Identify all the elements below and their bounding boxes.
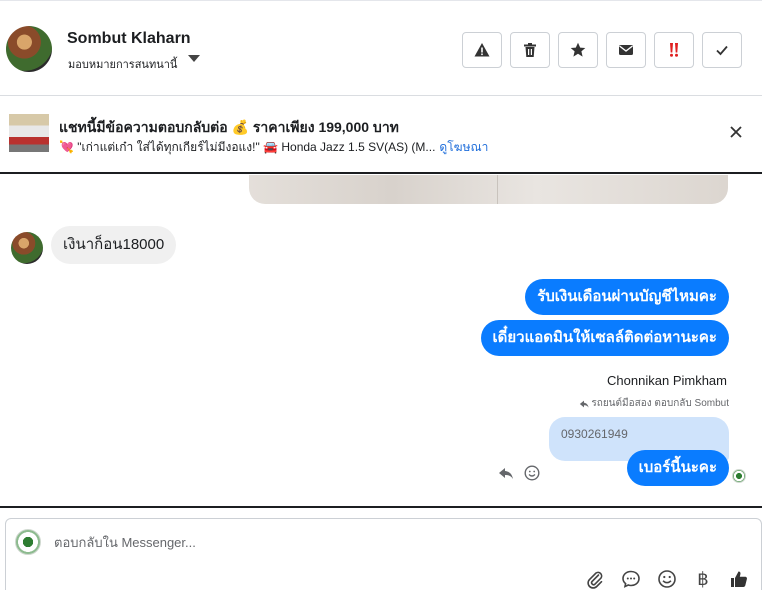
reply-icon[interactable]	[498, 465, 514, 481]
ad-description: 💘 "เก่าแต่เก๋า ใส่ได้ทุกเกียร์ไม่มีงอแง!…	[59, 140, 436, 154]
conversation-header: Sombut Klaharn มอบหมายการสนทนานี้	[0, 0, 762, 96]
ad-thumbnail[interactable]	[9, 114, 49, 152]
ad-subtitle: 💘 "เก่าแต่เก๋า ใส่ได้ทุกเกียร์ไม่มีงอแง!…	[59, 138, 488, 157]
reply-context: รถยนต์มือสอง ตอบกลับ Sombut	[579, 396, 729, 411]
seen-avatar	[732, 469, 746, 483]
user-avatar[interactable]	[6, 26, 52, 72]
outgoing-message[interactable]: เบอร์นี้นะคะ	[626, 450, 729, 486]
mark-important-button[interactable]	[654, 32, 694, 68]
check-icon	[716, 45, 728, 56]
payment-icon[interactable]: ฿	[693, 569, 713, 589]
ad-title: แชทนี้มีข้อความตอบกลับต่อ 💰 ราคาเพียง 19…	[59, 119, 399, 135]
reply-context-text: รถยนต์มือสอง ตอบกลับ Sombut	[591, 398, 729, 409]
star-icon	[570, 42, 586, 57]
divider	[0, 506, 762, 508]
outgoing-message[interactable]: เดี๋ยวแอดมินให้เซลล์ติดต่อหานะคะ	[480, 320, 729, 356]
saved-replies-icon[interactable]	[621, 569, 641, 589]
emoji-icon[interactable]	[657, 569, 677, 589]
mark-unread-button[interactable]	[606, 32, 646, 68]
composer: ฿	[5, 518, 762, 590]
trash-icon	[524, 43, 536, 57]
assign-conversation-label[interactable]: มอบหมายการสนทนานี้	[68, 55, 177, 73]
image-attachment[interactable]	[249, 175, 728, 204]
thumbs-up-icon[interactable]	[729, 569, 749, 589]
mark-done-button[interactable]	[702, 32, 742, 68]
message-actions	[498, 465, 540, 481]
outgoing-message[interactable]: รับเงินเดือนผ่านบัญชีไหมคะ	[525, 279, 729, 315]
ad-context-banner: แชทนี้มีข้อความตอบกลับต่อ 💰 ราคาเพียง 19…	[0, 96, 762, 174]
close-icon[interactable]	[728, 124, 744, 140]
reply-input[interactable]	[54, 535, 654, 550]
emoji-icon[interactable]	[524, 465, 540, 481]
reply-arrow-icon	[580, 400, 589, 408]
report-button[interactable]	[462, 32, 502, 68]
delete-button[interactable]	[510, 32, 550, 68]
view-ad-link[interactable]: ดูโฆษณา	[439, 140, 488, 154]
warning-icon	[474, 43, 490, 57]
sender-name: Chonnikan Pimkham	[607, 373, 727, 388]
caret-down-icon[interactable]	[188, 55, 200, 62]
important-icon	[670, 43, 678, 57]
page-avatar	[15, 529, 41, 555]
envelope-icon	[619, 45, 633, 55]
message-thread[interactable]: เงินาก็อน18000 รับเงินเดือนผ่านบัญชีไหมค…	[0, 175, 762, 506]
sender-avatar[interactable]	[11, 232, 43, 264]
user-name[interactable]: Sombut Klaharn	[67, 30, 191, 48]
paperclip-icon[interactable]	[585, 569, 605, 589]
composer-tools: ฿	[585, 569, 749, 589]
incoming-message[interactable]: เงินาก็อน18000	[51, 226, 177, 264]
header-actions	[462, 32, 742, 68]
star-button[interactable]	[558, 32, 598, 68]
